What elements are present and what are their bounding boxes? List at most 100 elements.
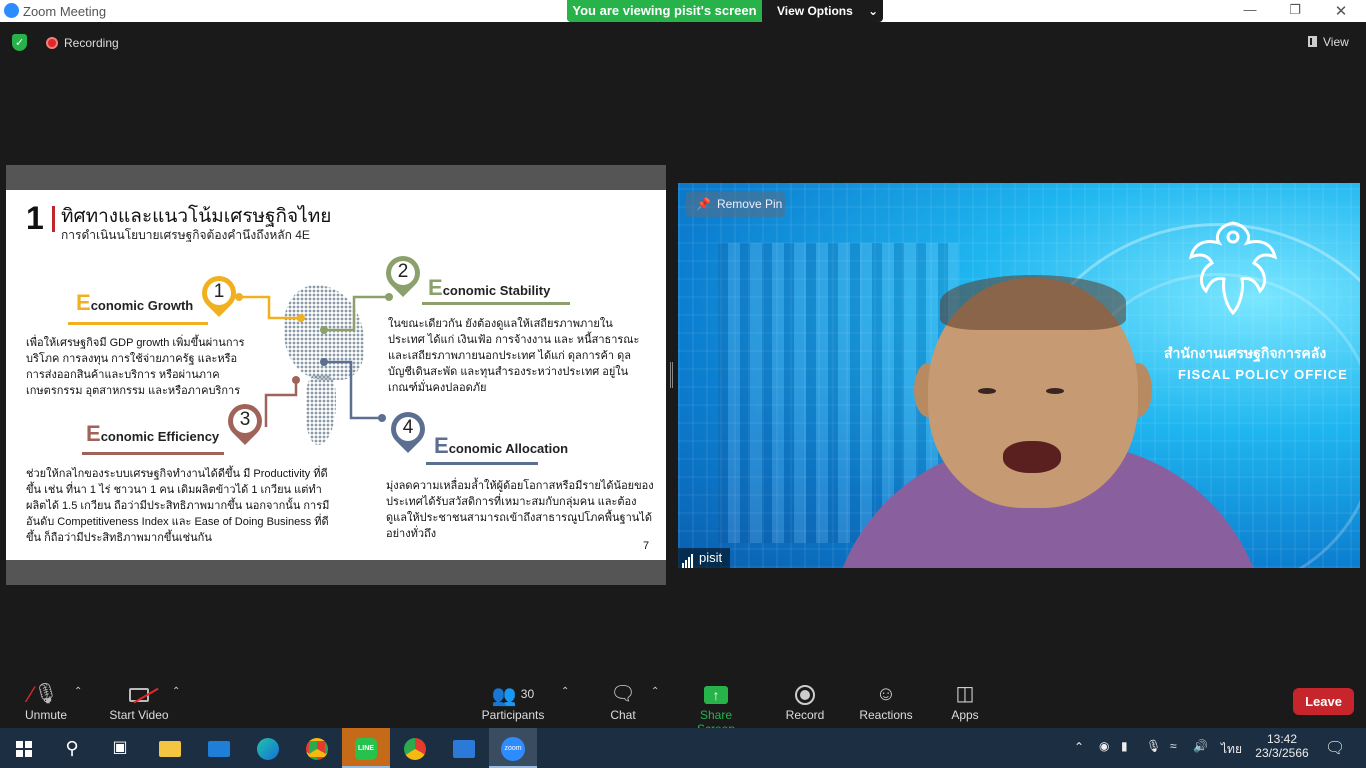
efficiency-text: ช่วยให้กลไกของระบบเศรษฐกิจทำงานได้ดีขึ้น… <box>26 468 330 544</box>
view-options-button[interactable]: View Options ⌄ <box>762 0 883 22</box>
photos-icon[interactable] <box>440 728 488 768</box>
slide-page-number: 7 <box>643 540 650 552</box>
growth-underline <box>68 322 208 325</box>
start-video-button[interactable]: Start Video <box>104 680 174 722</box>
window-title: Zoom Meeting <box>23 4 107 19</box>
recording-dot-icon <box>46 37 58 49</box>
participants-label: Participants <box>481 708 545 722</box>
participants-options-caret-icon[interactable]: ⌃ <box>561 686 569 697</box>
show-hidden-icons-icon[interactable]: ⌃ <box>1074 740 1084 754</box>
task-view-icon[interactable]: ▣ <box>96 728 144 768</box>
pin-4-number: 4 <box>402 417 414 438</box>
wifi-icon[interactable]: ≈ <box>1170 739 1177 753</box>
share-screen-icon: ↑ <box>680 680 752 708</box>
participant-name: pisit <box>699 550 723 565</box>
chat-options-caret-icon[interactable]: ⌃ <box>651 686 659 697</box>
line-app-label: LINE <box>355 738 377 761</box>
chat-icon: 🗨 <box>610 683 636 705</box>
line-app-icon[interactable]: LINE <box>342 728 390 768</box>
remove-pin-button[interactable]: 📌 Remove Pin <box>686 192 785 217</box>
leave-button[interactable]: Leave <box>1293 688 1354 715</box>
pin-1-number: 1 <box>213 281 225 302</box>
file-explorer-icon[interactable] <box>146 728 194 768</box>
pin-3-number: 3 <box>239 409 251 430</box>
input-language[interactable]: ไทย <box>1221 740 1242 759</box>
remove-pin-label: Remove Pin <box>716 197 783 211</box>
chevron-down-icon: ⌄ <box>868 4 879 18</box>
apps-icon: ◫ <box>955 683 975 705</box>
participants-button[interactable]: 👥 30 Participants <box>478 680 548 722</box>
start-video-label: Start Video <box>109 708 169 722</box>
chat-button[interactable]: 🗨 Chat <box>600 680 646 722</box>
mail-icon[interactable] <box>195 728 243 768</box>
pin-icon: 📌 <box>696 197 711 211</box>
windows-start-icon[interactable] <box>0 728 48 768</box>
chrome-icon-2[interactable] <box>391 728 439 768</box>
stability-title: conomic Stability <box>442 283 551 298</box>
efficiency-heading: Economic Efficiency <box>86 421 219 447</box>
chrome-icon[interactable] <box>293 728 341 768</box>
garuda-emblem-icon <box>1188 221 1278 316</box>
participants-icon: 👥 30 <box>491 685 535 707</box>
stability-initial: E <box>428 275 443 300</box>
clock-date: 23/3/2566 <box>1255 746 1309 760</box>
unmute-button[interactable]: 🎙 ⁄ Unmute <box>20 680 72 722</box>
record-icon <box>782 680 828 708</box>
chat-label: Chat <box>610 708 636 722</box>
stability-heading: Economic Stability <box>428 275 550 301</box>
zoom-logo-icon <box>4 3 19 18</box>
view-button[interactable]: View <box>1308 35 1349 49</box>
video-tile-pisit[interactable]: สำนักงานเศรษฐกิจการคลัง FISCAL POLICY OF… <box>678 183 1360 568</box>
growth-title: conomic Growth <box>90 298 194 313</box>
reactions-label: Reactions <box>859 708 913 722</box>
reactions-button[interactable]: ☺ Reactions <box>856 680 916 722</box>
microphone-icon[interactable]: 🎙 <box>1146 739 1161 753</box>
battery-icon[interactable]: ▮ <box>1121 739 1128 753</box>
close-icon[interactable]: ✕ <box>1329 2 1353 20</box>
search-icon[interactable]: ⚲ <box>48 728 96 768</box>
volume-icon[interactable]: 🔊 <box>1193 739 1208 753</box>
view-label: View <box>1323 35 1349 49</box>
allocation-initial: E <box>434 433 449 458</box>
signal-strength-icon <box>682 550 694 568</box>
apps-label: Apps <box>951 708 979 722</box>
participants-count: 30 <box>520 687 535 701</box>
audio-options-caret-icon[interactable]: ⌃ <box>74 686 82 697</box>
restore-icon[interactable]: ❐ <box>1283 2 1307 20</box>
efficiency-underline <box>82 452 224 455</box>
edge-browser-icon[interactable] <box>244 728 292 768</box>
shared-slide: 1 ทิศทางและแนวโน้มเศรษฐกิจไทย การดำเนินน… <box>6 190 666 560</box>
allocation-underline <box>426 462 538 465</box>
check-icon: ✓ <box>15 37 25 49</box>
stability-underline <box>422 302 570 305</box>
efficiency-initial: E <box>86 421 101 446</box>
view-options-label: View Options <box>777 4 853 18</box>
stability-text: ในขณะเดียวกัน ยังต้องดูแลให้เสถียรภาพภาย… <box>388 318 640 394</box>
viewing-screen-banner: You are viewing pisit's screen View Opti… <box>567 0 883 22</box>
zoom-app-label: zoom <box>501 737 525 762</box>
windows-taskbar: ⚲ ▣ LINE zoom ⌃ ◉ ▮ 🎙 ≈ 🔊 ไทย 13:42 23/3… <box>0 728 1366 768</box>
reactions-icon: ☺ <box>875 683 897 705</box>
video-off-icon <box>104 680 174 708</box>
efficiency-title: conomic Efficiency <box>100 429 220 444</box>
record-label: Record <box>785 708 825 722</box>
apps-button[interactable]: ◫ Apps <box>945 680 985 722</box>
video-options-caret-icon[interactable]: ⌃ <box>172 686 180 697</box>
view-layout-icon <box>1308 36 1317 47</box>
allocation-heading: Economic Allocation <box>434 433 568 459</box>
clock-time: 13:42 <box>1266 732 1298 746</box>
growth-initial: E <box>76 290 91 315</box>
minimize-icon[interactable]: — <box>1238 2 1262 20</box>
clock[interactable]: 13:42 23/3/2566 <box>1254 732 1310 760</box>
zoom-app-icon[interactable]: zoom <box>489 728 537 768</box>
allocation-title: conomic Allocation <box>448 441 569 456</box>
split-view-handle[interactable] <box>670 362 673 388</box>
meet-now-icon[interactable]: ◉ <box>1099 739 1109 753</box>
person-eye-right <box>1046 388 1064 394</box>
pin-2-number: 2 <box>397 261 409 282</box>
participant-name-tag: pisit <box>678 548 731 568</box>
record-button[interactable]: Record <box>782 680 828 722</box>
notifications-icon[interactable]: 🗨 <box>1325 738 1345 758</box>
recording-label: Recording <box>64 36 119 50</box>
allocation-text: มุ่งลดความเหลื่อมล้ำให้ผู้ด้อยโอกาสหรือม… <box>386 480 654 540</box>
